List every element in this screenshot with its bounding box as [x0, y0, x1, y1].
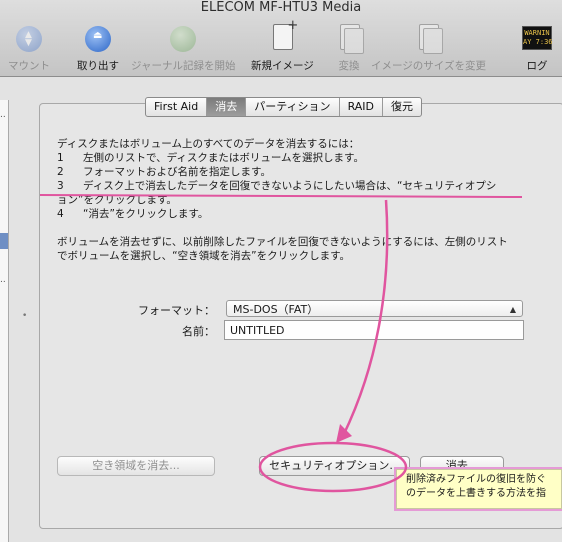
- annotation-underline: [39, 194, 523, 198]
- annotation-overlay: [39, 194, 523, 493]
- annotation-arrow: [341, 199, 389, 437]
- annotation-arrowhead: [336, 424, 352, 443]
- annotation-circle: [258, 441, 408, 493]
